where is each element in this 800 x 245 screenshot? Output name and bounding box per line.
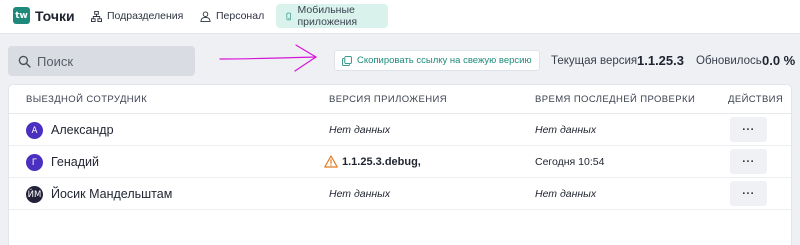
employee-name: Генадий	[51, 155, 99, 169]
annotation-arrow-icon	[219, 44, 318, 72]
nav-item-label: Персонал	[216, 10, 265, 22]
column-header-last-check[interactable]: Время последней проверки	[535, 94, 695, 105]
app-version-text: Нет данных	[329, 124, 391, 136]
nav-item-staff[interactable]: Персонал	[191, 4, 273, 28]
nav-item-label: Мобильные приложения	[297, 4, 358, 28]
avatar: Г	[26, 154, 43, 171]
last-check-cell: Нет данных	[535, 124, 597, 136]
nav-item-mobile-apps[interactable]: Мобильные приложения	[276, 4, 388, 28]
column-header-employee[interactable]: Выездной сотрудник	[26, 94, 147, 105]
table-row[interactable]: А Александр Нет данных Нет данных ···	[9, 114, 791, 146]
employees-app-versions-table: Выездной сотрудник Версия приложения Вре…	[8, 84, 792, 245]
app-version-text: Нет данных	[329, 188, 391, 200]
copy-link-label: Скопировать ссылку на свежую версию	[357, 55, 532, 66]
app-version-cell: Нет данных	[329, 124, 390, 136]
mobile-phone-icon	[286, 12, 291, 20]
app-version-text: 1.1.25.3.debug,	[342, 155, 421, 168]
employee-name: Александр	[51, 123, 114, 137]
top-navigation-bar: tw Точки Подразделения Персонал Мобильны…	[0, 0, 800, 34]
updated-label: Обновилось	[696, 55, 762, 67]
last-check-cell: Сегодня 10:54	[535, 156, 605, 168]
current-version-value: 1.1.25.3	[637, 53, 684, 68]
copy-icon	[342, 55, 352, 66]
app-version-cell: 1.1.25.3.debug,	[324, 155, 421, 168]
org-chart-icon	[91, 10, 102, 22]
column-header-app-version[interactable]: Версия приложения	[329, 94, 447, 105]
app-title[interactable]: Точки	[35, 8, 75, 24]
table-header: Выездной сотрудник Версия приложения Вре…	[9, 85, 791, 114]
current-version-label: Текущая версия	[551, 55, 638, 67]
avatar: ЙМ	[26, 186, 43, 203]
column-header-actions: Действия	[728, 94, 784, 105]
employee-name: Йосик Мандельштам	[51, 187, 173, 201]
app-logo[interactable]: tw	[13, 7, 30, 24]
copy-latest-version-link-button[interactable]: Скопировать ссылку на свежую версию	[334, 50, 540, 71]
row-actions-button[interactable]: ···	[730, 181, 767, 206]
search-input[interactable]	[37, 53, 187, 69]
row-actions-button[interactable]: ···	[730, 117, 767, 142]
user-icon	[200, 10, 211, 22]
table-row[interactable]: ЙМ Йосик Мандельштам Нет данных Нет данн…	[9, 178, 791, 210]
search-box[interactable]	[8, 46, 195, 76]
app-version-cell: Нет данных	[329, 188, 390, 200]
search-icon	[18, 55, 31, 68]
warning-icon	[324, 155, 338, 168]
nav-item-departments[interactable]: Подразделения	[82, 4, 192, 28]
avatar: А	[26, 122, 43, 139]
nav-item-label: Подразделения	[107, 10, 184, 22]
row-actions-button[interactable]: ···	[730, 149, 767, 174]
updated-percent-value: 0.0 %	[762, 53, 796, 68]
last-check-cell: Нет данных	[535, 188, 597, 200]
table-row[interactable]: Г Генадий 1.1.25.3.debug, Сегодня 10:54 …	[9, 146, 791, 178]
